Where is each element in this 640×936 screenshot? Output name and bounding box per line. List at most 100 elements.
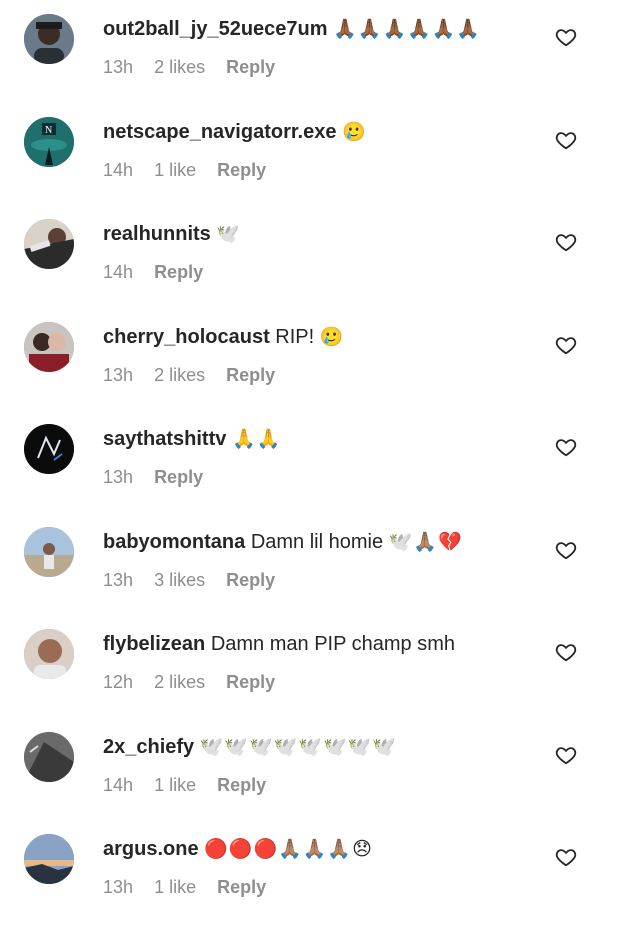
comment-item: out2ball_jy_52uece7um 🙏🏾🙏🏾🙏🏾🙏🏾🙏🏾🙏🏾 13h 2…	[0, 14, 640, 116]
comment-emoji: 🙏🙏	[231, 428, 282, 450]
like-heart-icon[interactable]	[555, 539, 577, 561]
comment-meta: 14h Reply	[103, 261, 219, 283]
avatar[interactable]	[24, 424, 74, 474]
comment-line: out2ball_jy_52uece7um 🙏🏾🙏🏾🙏🏾🙏🏾🙏🏾🙏🏾	[103, 16, 550, 42]
comment-time: 13h	[103, 570, 134, 590]
like-heart-icon[interactable]	[555, 744, 577, 766]
comment-line: cherry_holocaust RIP! 🥲	[103, 324, 550, 350]
comment-time: 13h	[103, 365, 134, 385]
comment-item: N netscape_navigatorr.exe 🥲 14h 1 like R…	[0, 117, 640, 219]
comment-time: 13h	[103, 877, 134, 897]
comment-time: 14h	[103, 160, 134, 180]
comment-likes[interactable]: 1 like	[154, 775, 196, 795]
comment-emoji: 🕊️🕊️🕊️🕊️🕊️🕊️🕊️🕊️	[199, 736, 397, 758]
avatar[interactable]	[24, 834, 74, 884]
comment-item: cherry_holocaust RIP! 🥲 13h 2 likes Repl…	[0, 322, 640, 424]
comment-item: realhunnits 🕊️ 14h Reply	[0, 219, 640, 321]
avatar[interactable]	[24, 322, 74, 372]
comment-username[interactable]: argus.one	[103, 838, 199, 860]
reply-button[interactable]: Reply	[226, 57, 275, 77]
comment-likes[interactable]: 2 likes	[154, 365, 205, 385]
comment-line: 2x_chiefy 🕊️🕊️🕊️🕊️🕊️🕊️🕊️🕊️	[103, 734, 550, 760]
avatar[interactable]	[24, 732, 74, 782]
like-heart-icon[interactable]	[555, 641, 577, 663]
comment-time: 14h	[103, 775, 134, 795]
like-heart-icon[interactable]	[555, 231, 577, 253]
comment-username[interactable]: babyomontana	[103, 531, 245, 553]
comment-emoji: 🥲	[342, 121, 367, 143]
comment-line: netscape_navigatorr.exe 🥲	[103, 119, 550, 145]
reply-button[interactable]: Reply	[154, 262, 203, 282]
like-heart-icon[interactable]	[555, 436, 577, 458]
avatar-image-icon	[24, 527, 74, 577]
reply-button[interactable]: Reply	[226, 570, 275, 590]
comment-emoji: 🕊️🙏🏽💔	[388, 531, 463, 553]
comment-username[interactable]: saythatshittv	[103, 428, 226, 450]
comment-meta: 13h 2 likes Reply	[103, 364, 291, 386]
comment-item: babyomontana Damn lil homie 🕊️🙏🏽💔 13h 3 …	[0, 527, 640, 629]
avatar[interactable]	[24, 14, 74, 64]
reply-button[interactable]: Reply	[226, 672, 275, 692]
comment-time: 13h	[103, 467, 134, 487]
comment-likes[interactable]: 2 likes	[154, 57, 205, 77]
svg-text:N: N	[45, 125, 52, 136]
avatar-image-icon: N	[24, 117, 74, 167]
comment-emoji: 🔴🔴🔴🙏🏽🙏🏽🙏🏽😞	[204, 838, 373, 860]
reply-button[interactable]: Reply	[217, 775, 266, 795]
comment-emoji: 🥲	[319, 326, 345, 348]
avatar-image-icon	[24, 629, 74, 679]
comment-text: Damn man PIP champ smh	[210, 633, 455, 655]
avatar-image-icon	[24, 732, 74, 782]
comment-meta: 13h 1 like Reply	[103, 876, 282, 898]
reply-button[interactable]: Reply	[217, 160, 266, 180]
like-heart-icon[interactable]	[555, 846, 577, 868]
reply-button[interactable]: Reply	[226, 365, 275, 385]
like-heart-icon[interactable]	[555, 26, 577, 48]
avatar[interactable]: N	[24, 117, 74, 167]
avatar-image-icon	[24, 834, 74, 884]
comment-line: saythatshittv 🙏🙏	[103, 426, 550, 452]
comment-username[interactable]: flybelizean	[103, 633, 205, 655]
like-heart-icon[interactable]	[555, 129, 577, 151]
comment-likes[interactable]: 3 likes	[154, 570, 205, 590]
avatar[interactable]	[24, 527, 74, 577]
comment-emoji: 🕊️	[216, 223, 242, 245]
comment-username[interactable]: netscape_navigatorr.exe	[103, 121, 336, 143]
comment-meta: 14h 1 like Reply	[103, 774, 282, 796]
comment-time: 14h	[103, 262, 134, 282]
like-heart-icon[interactable]	[555, 334, 577, 356]
comment-meta: 13h 2 likes Reply	[103, 56, 291, 78]
comment-line: realhunnits 🕊️	[103, 221, 550, 247]
comment-likes[interactable]: 1 like	[154, 877, 196, 897]
comment-text: Damn lil homie	[250, 531, 384, 553]
comment-meta: 13h Reply	[103, 466, 219, 488]
comment-list: out2ball_jy_52uece7um 🙏🏾🙏🏾🙏🏾🙏🏾🙏🏾🙏🏾 13h 2…	[0, 0, 640, 910]
avatar-image-icon	[24, 219, 74, 269]
comment-username[interactable]: out2ball_jy_52uece7um	[103, 18, 328, 40]
avatar[interactable]	[24, 629, 74, 679]
comment-meta: 13h 3 likes Reply	[103, 569, 291, 591]
comment-line: argus.one 🔴🔴🔴🙏🏽🙏🏽🙏🏽😞	[103, 836, 550, 862]
avatar-image-icon	[24, 14, 74, 64]
comment-likes[interactable]: 1 like	[154, 160, 196, 180]
comment-item: saythatshittv 🙏🙏 13h Reply	[0, 424, 640, 526]
comment-emoji: 🙏🏾🙏🏾🙏🏾🙏🏾🙏🏾🙏🏾	[333, 18, 482, 40]
comment-username[interactable]: 2x_chiefy	[103, 736, 194, 758]
comment-text: RIP!	[275, 326, 315, 348]
reply-button[interactable]: Reply	[154, 467, 203, 487]
comment-likes[interactable]: 2 likes	[154, 672, 205, 692]
avatar[interactable]	[24, 219, 74, 269]
comment-item: flybelizean Damn man PIP champ smh 12h 2…	[0, 629, 640, 731]
comment-line: babyomontana Damn lil homie 🕊️🙏🏽💔	[103, 529, 550, 555]
comment-time: 12h	[103, 672, 134, 692]
reply-button[interactable]: Reply	[217, 877, 266, 897]
comment-time: 13h	[103, 57, 134, 77]
comment-meta: 12h 2 likes Reply	[103, 671, 291, 693]
comment-username[interactable]: cherry_holocaust	[103, 326, 270, 348]
avatar-image-icon	[24, 424, 74, 474]
comment-item: 2x_chiefy 🕊️🕊️🕊️🕊️🕊️🕊️🕊️🕊️ 14h 1 like Re…	[0, 732, 640, 834]
comment-line: flybelizean Damn man PIP champ smh	[103, 631, 550, 657]
comment-username[interactable]: realhunnits	[103, 223, 211, 245]
avatar-image-icon	[24, 322, 74, 372]
comment-meta: 14h 1 like Reply	[103, 159, 282, 181]
